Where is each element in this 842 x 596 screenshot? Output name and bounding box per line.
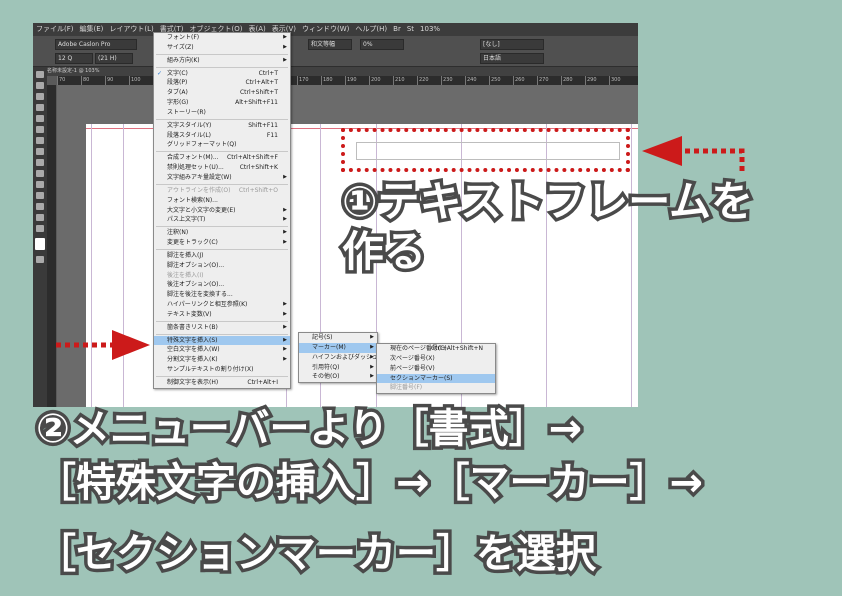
step2-line2: ［特殊文字の挿入］→［マーカー］→ — [32, 457, 706, 510]
step1-caption: ①テキストフレームを 作る — [338, 174, 756, 280]
step2-line1: ②メニューバーより［書式］→ — [32, 403, 585, 456]
step2-line3: ［セクションマーカー］を選択 — [33, 528, 600, 581]
arrow-to-frame — [642, 136, 745, 171]
step1-line1: ①テキストフレームを — [338, 174, 756, 230]
arrow-to-menu-item — [56, 330, 150, 360]
step1-line2: 作る — [338, 224, 429, 280]
